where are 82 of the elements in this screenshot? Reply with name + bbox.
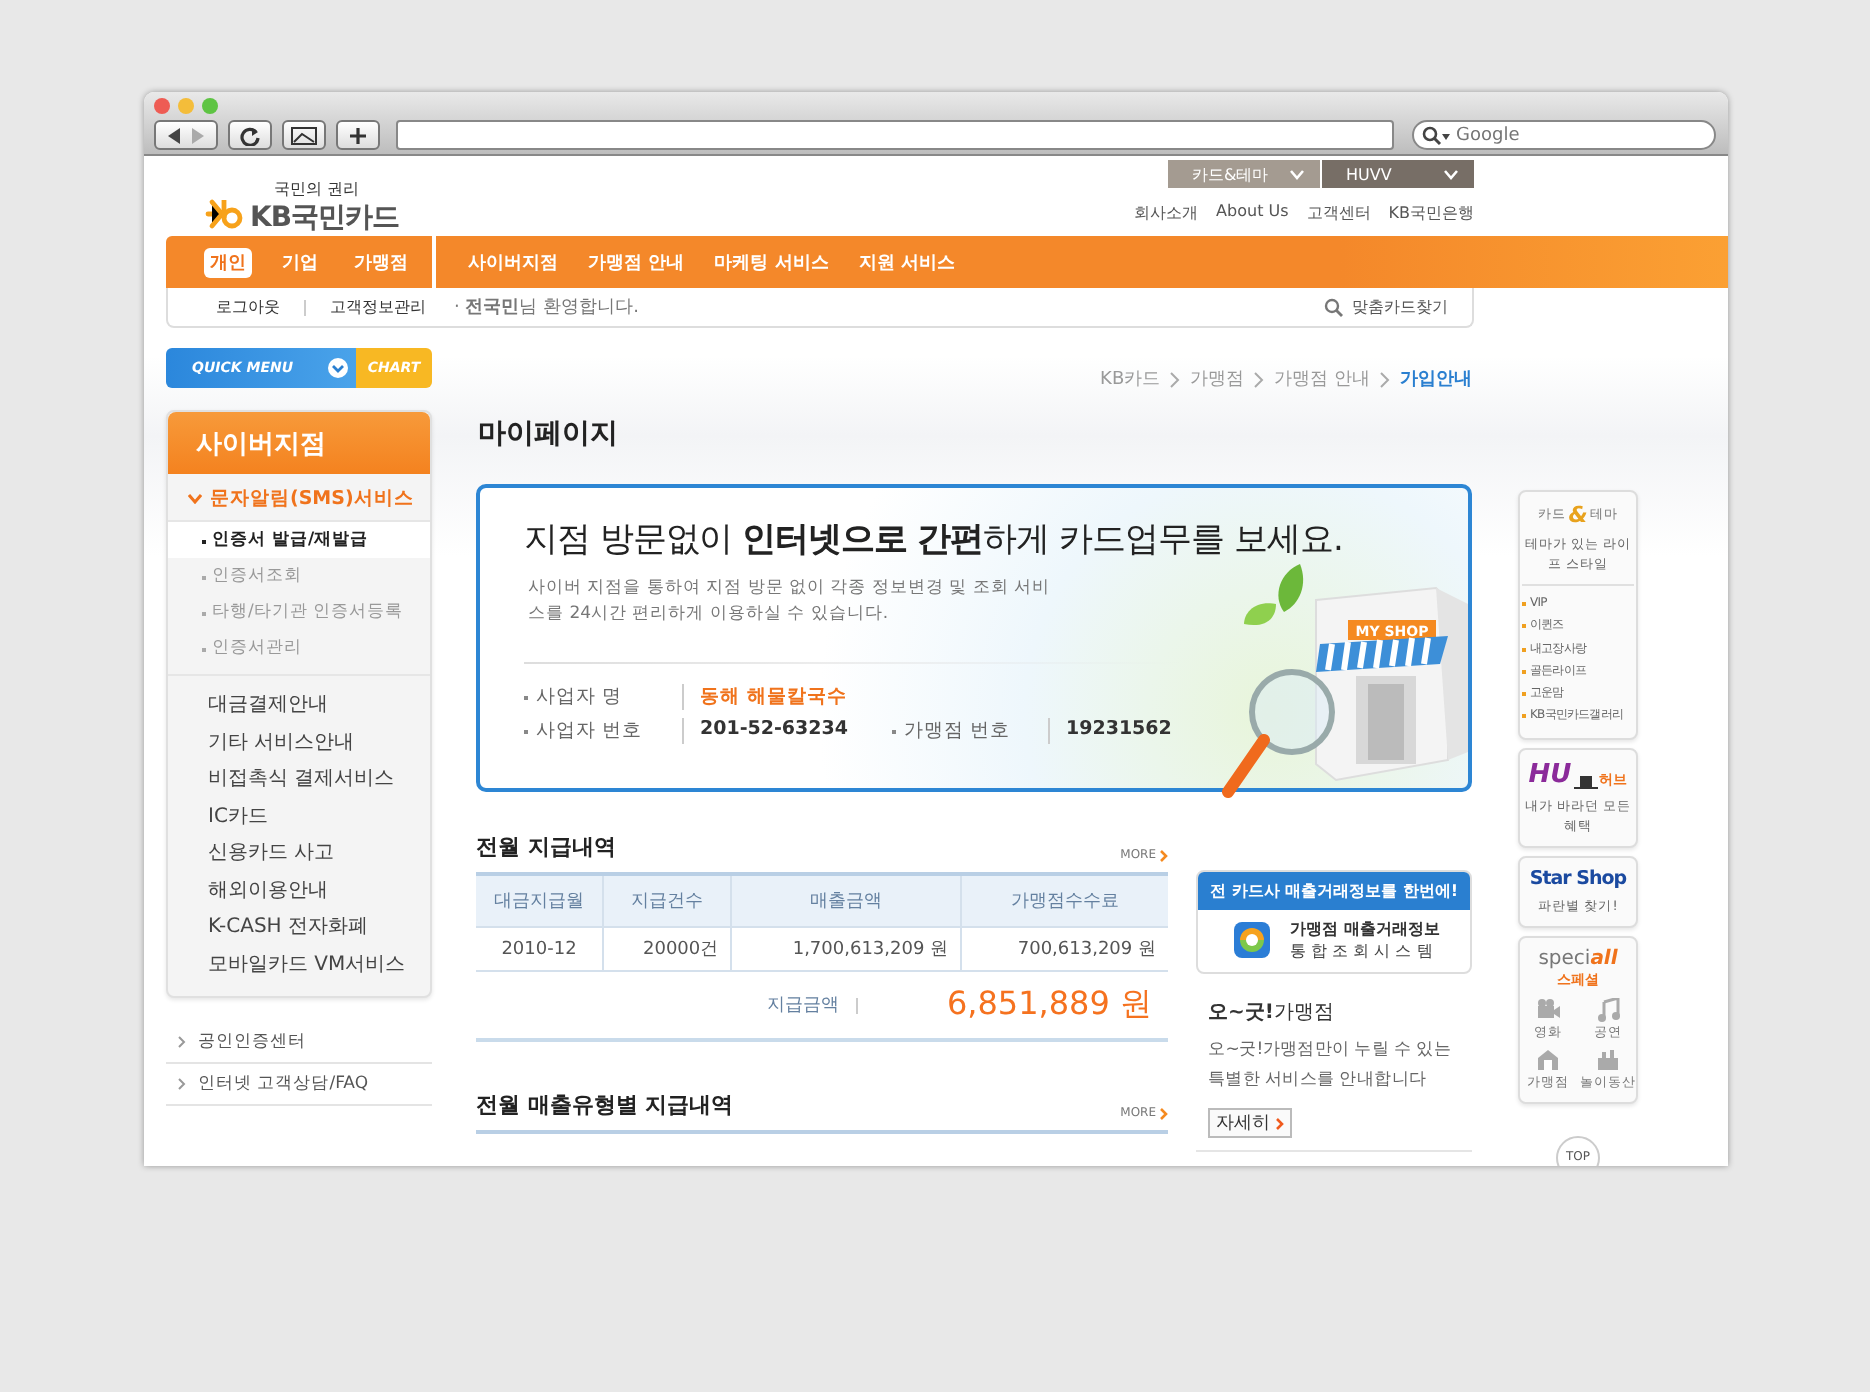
caret-icon <box>188 494 202 504</box>
caret-icon <box>328 358 348 378</box>
field-value: 201-52-63234 <box>682 718 848 744</box>
building-icon <box>1536 1047 1560 1072</box>
app-icon <box>1234 922 1270 958</box>
search-field[interactable]: Google <box>1412 120 1716 150</box>
table-cell: 20000건 <box>602 927 732 971</box>
chevron-icon <box>1160 849 1168 861</box>
sidebar-item[interactable]: 기타 서비스안내 <box>208 729 430 758</box>
chevron-icon <box>178 1036 186 1048</box>
user-link[interactable]: 로그아웃 <box>216 296 280 318</box>
banner-description: 사이버 지점을 통하여 지점 방문 없이 각종 정보변경 및 조회 서비스를 24시간 편리하게 이용하실 수 있습니다. <box>528 576 1053 628</box>
column-header: 대금지급월 <box>476 874 603 927</box>
field-value: 동해 해물칼국수 <box>682 684 847 710</box>
sidebar-link[interactable]: 인터넷 고객상담/FAQ <box>166 1064 432 1106</box>
sidebar-item[interactable]: 비접촉식 결제서비스 <box>208 766 430 795</box>
section-title: 전월 지급내역 <box>476 832 616 862</box>
user-link[interactable]: 고객정보관리 <box>330 296 426 318</box>
back-forward-button[interactable] <box>154 120 218 150</box>
chevron-icon <box>1380 371 1390 387</box>
hat-icon <box>1573 773 1598 790</box>
sidebar-item[interactable]: 대금결제안내 <box>208 692 430 721</box>
header-link[interactable]: KB국민은행 <box>1388 202 1474 224</box>
logo-name[interactable]: KB국민카드 <box>250 200 400 236</box>
column-header: 매출금액 <box>731 874 962 927</box>
chevron-icon <box>1254 371 1265 387</box>
total-amount: 6,851,889 원 <box>946 984 1152 1026</box>
search-icon <box>1422 126 1450 146</box>
page-title: 마이페이지 <box>478 416 620 452</box>
special-logo[interactable]: speciall <box>1538 947 1618 970</box>
banner-headline: 지점 방문없이 인터넷으로 간편하게 카드업무를 보세요. <box>524 518 1345 562</box>
welcome-text: · 전국민님 환영합니다. <box>452 296 641 320</box>
logo-tagline: 국민의 권리 <box>274 178 362 200</box>
chevron-icon <box>1170 371 1181 387</box>
find-card-link[interactable]: 맞춤카드찾기 <box>1324 296 1472 318</box>
film-camera-icon <box>1536 997 1560 1022</box>
plus-icon <box>348 125 368 145</box>
field-label: 사업자 번호 <box>524 718 666 744</box>
music-note-icon <box>1596 997 1620 1022</box>
sidebar-item[interactable]: 해외이용안내 <box>208 877 430 906</box>
breadcrumb-link[interactable]: 가입안내 <box>1400 366 1472 392</box>
header-link[interactable]: About Us <box>1216 202 1289 224</box>
chevron-icon <box>1160 1107 1168 1119</box>
chevron-icon <box>178 1078 186 1090</box>
sidebar-link[interactable]: 공인인증센터 <box>166 1022 432 1064</box>
table-cell: 700,613,209 원 <box>961 927 1168 971</box>
sidebar-subitem[interactable]: 인증서 발급/재발급 <box>168 522 430 558</box>
table-cell: 1,700,613,209 원 <box>731 927 962 971</box>
column-header: 가맹점수수료 <box>961 874 1168 927</box>
promo-title: 오~굿!가맹점 <box>1208 1000 1336 1026</box>
sidebar-title: 사이버지점 <box>168 412 430 474</box>
chevron-icon <box>1276 1117 1284 1129</box>
search-icon <box>1324 297 1344 317</box>
add-bookmark-button[interactable] <box>336 120 380 150</box>
header-link[interactable]: 고객센터 <box>1306 202 1371 224</box>
details-button[interactable]: 자세히 <box>1208 1108 1292 1138</box>
reload-button[interactable] <box>228 120 272 150</box>
table-cell: 2010-12 <box>476 927 603 971</box>
sales-inquiry-banner[interactable]: 전 카드사 매출거래정보를 한번에! 가맹점 매출거래정보 통 합 조 회 시 스 템 <box>1196 870 1472 974</box>
field-value: 19231562 <box>1048 718 1172 744</box>
column-header: 지급건수 <box>602 874 732 927</box>
sidebar-item[interactable]: 신용카드 사고 <box>208 840 430 869</box>
field-label: 사업자 명 <box>524 684 666 710</box>
header-link[interactable]: 회사소개 <box>1134 202 1199 224</box>
section-title: 전월 매출유형별 지급내역 <box>476 1090 734 1120</box>
caret-icon <box>1444 169 1458 179</box>
star-logo-icon <box>204 198 244 230</box>
caret-icon <box>1290 169 1304 179</box>
image-icon <box>290 125 318 145</box>
promo-text: 오~굿!가맹점만이 누릴 수 있는 특별한 서비스를 안내합니다 <box>1208 1038 1454 1094</box>
arrows-icon <box>164 125 208 145</box>
top-dropdown[interactable]: HUVV <box>1322 160 1474 188</box>
field-label: 가맹점 번호 <box>892 718 1032 744</box>
sidebar-item[interactable]: 모바일카드 VM서비스 <box>208 951 430 980</box>
close-icon[interactable] <box>154 98 170 114</box>
sidebar-item[interactable]: IC카드 <box>208 803 430 832</box>
reload-icon <box>240 125 260 145</box>
castle-icon <box>1596 1047 1620 1072</box>
sidebar-item[interactable]: K-CASH 전자화폐 <box>208 914 430 943</box>
snapshot-button[interactable] <box>282 120 326 150</box>
total-label: 지급금액 <box>766 994 839 1018</box>
address-field[interactable] <box>396 120 1394 150</box>
